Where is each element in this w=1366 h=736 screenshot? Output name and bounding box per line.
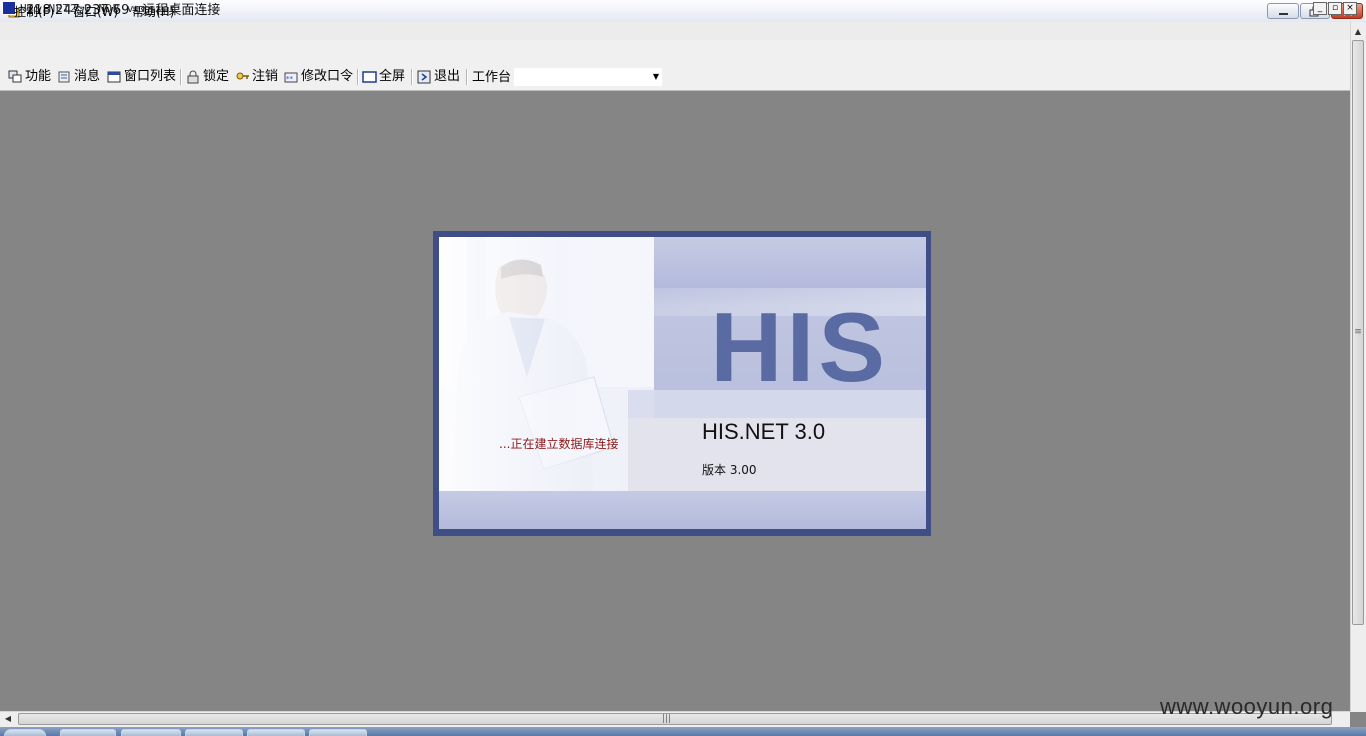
logout-button[interactable]: 注销 [235,68,278,86]
splash-decor-band [628,390,926,420]
taskbar-item[interactable] [121,729,181,736]
change-password-button[interactable]: ** 修改口令 [284,68,353,86]
restore-icon: ▫ [1331,3,1339,13]
lock-icon [187,70,199,84]
workbench-dropdown[interactable] [513,67,663,87]
message-button[interactable]: 消息 [57,68,100,86]
watermark: www.wooyun.org [1160,694,1334,719]
product-name: HIS.NET 3.0 [702,419,826,444]
function-icon [8,70,22,83]
chevron-down-icon[interactable]: ▼ [651,69,661,85]
taskbar-item[interactable] [60,729,116,736]
toolbar-separator [466,69,468,85]
taskbar-item[interactable] [247,729,305,736]
exit-button[interactable]: 退出 [417,68,460,86]
change-password-label: 修改口令 [301,69,354,84]
taskbar-item[interactable] [185,729,243,736]
close-icon: × [1346,3,1354,13]
fullscreen-label: 全屏 [379,69,406,84]
scroll-left-icon[interactable]: ◀ [2,711,14,727]
menu-help[interactable]: 帮助(H) [132,4,174,20]
workbench-label: 工作台 [472,70,512,85]
menu-control[interactable]: 控制(F) [14,4,54,20]
toolbar-separator [411,69,413,85]
fullscreen-button[interactable]: 全屏 [362,68,405,86]
fullscreen-icon [362,71,377,83]
exit-label: 退出 [434,69,461,84]
logout-key-icon [236,72,249,80]
window-list-button[interactable]: 窗口列表 [107,68,176,86]
mdi-minimize-button[interactable]: _ [1313,2,1327,15]
message-icon [58,71,70,83]
menu-window[interactable]: 窗口(W) [73,4,118,20]
his-logo: HIS [710,292,890,402]
function-label: 功能 [25,69,52,84]
exit-icon [417,70,431,84]
start-button[interactable] [4,729,46,736]
logout-label: 注销 [252,69,279,84]
horizontal-scroll-thumb[interactable] [18,713,1332,725]
grip-icon: ||| [662,714,672,724]
splash-bottom-strip [439,491,926,529]
window-list-label: 窗口列表 [124,69,177,84]
lock-button[interactable]: 锁定 [186,68,229,86]
function-button[interactable]: 功能 [8,68,51,86]
scroll-up-icon[interactable]: ▲ [1350,24,1366,40]
minimize-icon: _ [1317,3,1323,13]
minimize-icon [1279,13,1288,15]
menu-bar [0,40,1350,64]
lock-label: 锁定 [203,69,230,84]
minimize-button[interactable] [1267,3,1299,19]
app-title-bar[interactable] [0,22,1350,41]
splash-left-fade [439,237,654,529]
mdi-close-button[interactable]: × [1343,2,1357,15]
svg-text:**: ** [286,75,294,83]
grip-icon: ≡ [1354,327,1362,337]
taskbar-item[interactable] [309,729,367,736]
window-list-icon [107,71,121,83]
loading-status-text: ...正在建立数据库连接 [499,437,619,451]
toolbar-separator [357,69,359,85]
change-password-icon: ** [284,72,298,83]
toolbar-separator [180,69,182,85]
message-label: 消息 [74,69,101,84]
mdi-restore-button[interactable]: ▫ [1328,2,1342,15]
version-text: 版本 3.00 [702,463,757,477]
